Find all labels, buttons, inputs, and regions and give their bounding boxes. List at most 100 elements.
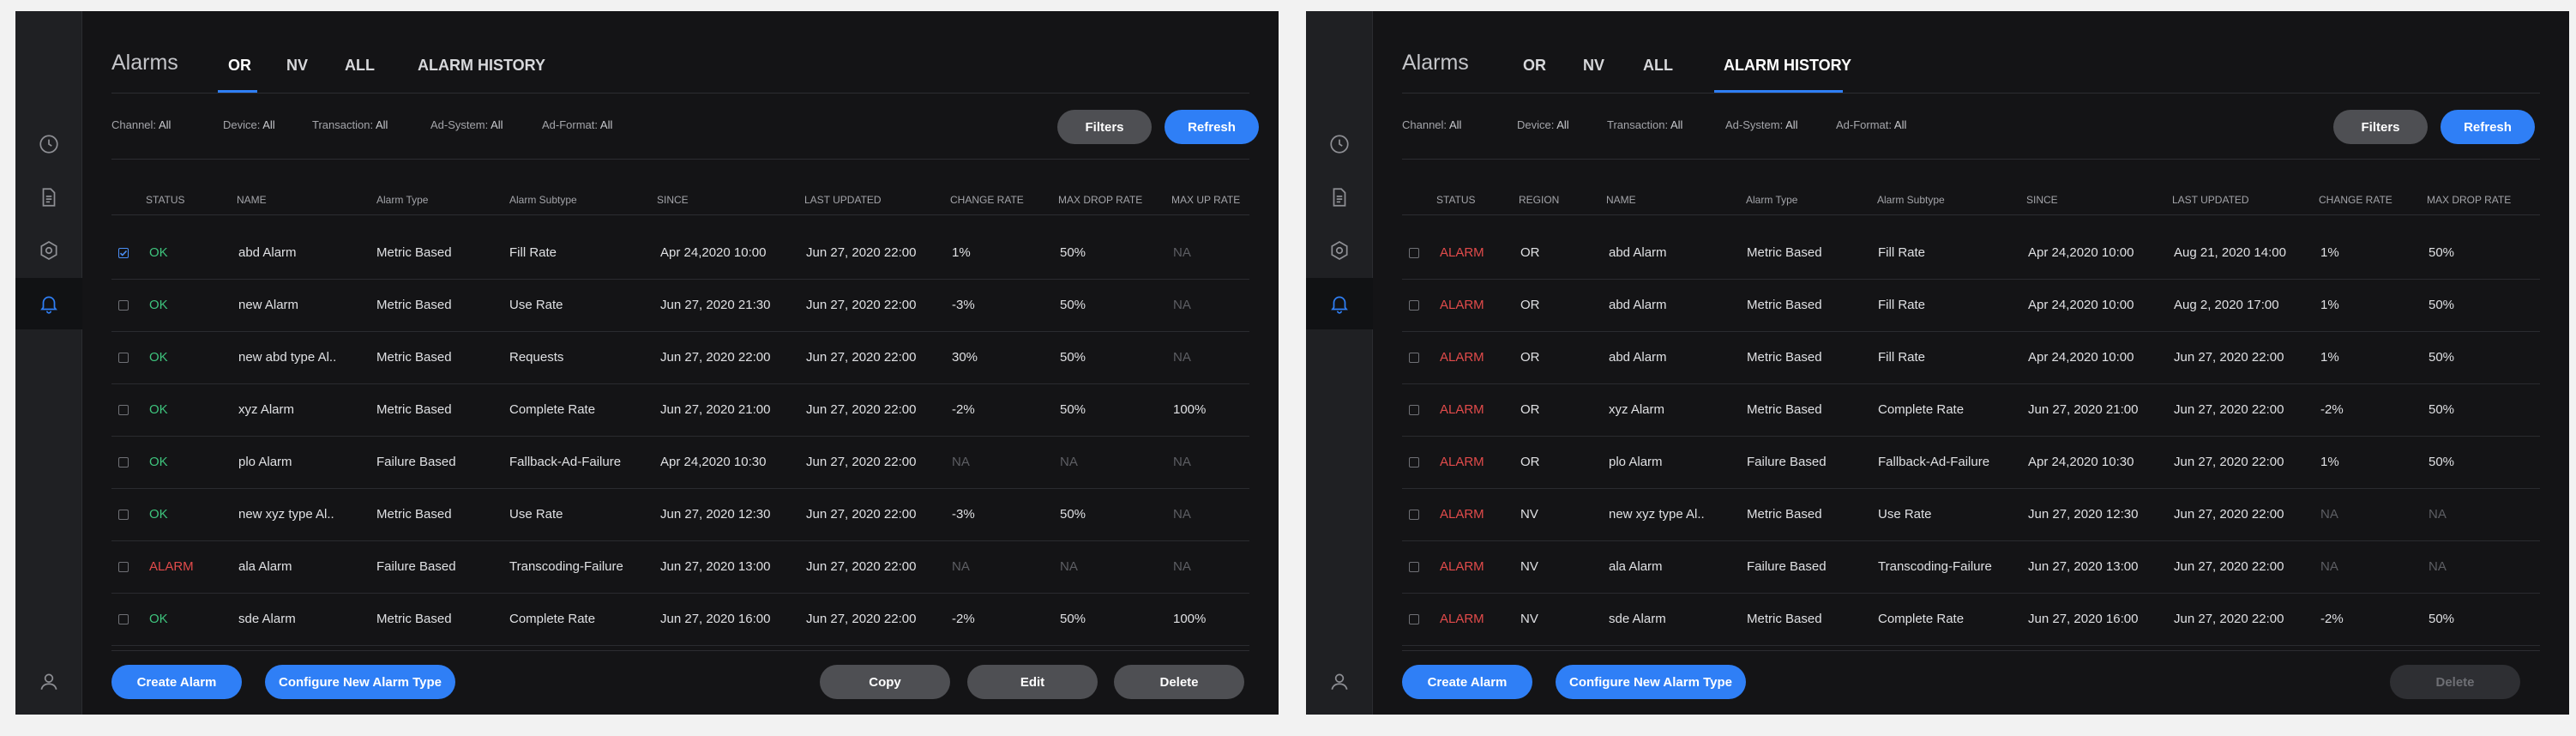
row-status: ALARM: [1440, 402, 1484, 417]
row-checkbox[interactable]: [1409, 248, 1419, 258]
row-name: abd Alarm: [1609, 245, 1667, 260]
tab-alarm-history[interactable]: ALARM HISTORY: [418, 57, 545, 75]
clock-icon: [1330, 135, 1349, 154]
row-checkbox[interactable]: [1409, 300, 1419, 311]
row-max-up-rate: NA: [1173, 350, 1191, 365]
col-header-status: STATUS: [1436, 194, 1476, 206]
row-checkbox[interactable]: [1409, 457, 1419, 468]
row-alarm-subtype: Fill Rate: [509, 245, 557, 260]
refresh-button[interactable]: Refresh: [1165, 110, 1259, 144]
bell-icon: [40, 296, 57, 314]
row-checkbox[interactable]: [118, 562, 129, 572]
row-name: ala Alarm: [238, 559, 292, 574]
row-alarm-type: Metric Based: [1747, 298, 1822, 312]
row-last-updated: Jun 27, 2020 22:00: [806, 245, 917, 260]
refresh-button[interactable]: Refresh: [2441, 110, 2535, 144]
row-checkbox[interactable]: [1409, 353, 1419, 363]
create-alarm-button[interactable]: Create Alarm: [1402, 665, 1532, 699]
reports-nav-button[interactable]: [15, 172, 82, 223]
channel-filter[interactable]: Channel: All: [1402, 118, 1461, 131]
delete-button[interactable]: Delete: [1114, 665, 1244, 699]
ad-system-filter[interactable]: Ad-System: All: [430, 118, 503, 131]
document-icon: [1333, 188, 1346, 207]
row-checkbox[interactable]: [118, 510, 129, 520]
alarms-nav-button[interactable]: [15, 278, 82, 329]
configure-alarm-type-button[interactable]: Configure New Alarm Type: [1556, 665, 1746, 699]
row-divider: [111, 540, 1249, 541]
copy-button[interactable]: Copy: [820, 665, 950, 699]
row-last-updated: Jun 27, 2020 22:00: [806, 298, 917, 312]
col-header-since: SINCE: [2026, 194, 2058, 206]
col-header-name: NAME: [1606, 194, 1636, 206]
settings-nav-button[interactable]: [15, 225, 82, 276]
profile-nav-button[interactable]: [1306, 655, 1373, 707]
row-max-drop-rate: NA: [1060, 455, 1078, 469]
row-name: abd Alarm: [238, 245, 297, 260]
row-alarm-subtype: Use Rate: [509, 507, 563, 522]
history-nav-button[interactable]: [1306, 118, 1373, 170]
row-alarm-type: Metric Based: [376, 612, 452, 626]
filters-button[interactable]: Filters: [2333, 110, 2428, 144]
row-checkbox[interactable]: [1409, 614, 1419, 624]
header-divider: [1402, 93, 2540, 94]
device-filter[interactable]: Device: All: [223, 118, 275, 131]
transaction-filter[interactable]: Transaction: All: [312, 118, 388, 131]
row-max-up-rate: NA: [1173, 298, 1191, 312]
tab-alarm-history[interactable]: ALARM HISTORY: [1724, 57, 1851, 75]
row-alarm-subtype: Fallback-Ad-Failure: [509, 455, 622, 469]
create-alarm-button[interactable]: Create Alarm: [111, 665, 242, 699]
row-alarm-subtype: Complete Rate: [1878, 402, 1965, 417]
tab-nv[interactable]: NV: [286, 57, 308, 75]
row-last-updated: Aug 21, 2020 14:00: [2174, 245, 2286, 260]
filters-button[interactable]: Filters: [1057, 110, 1152, 144]
device-filter[interactable]: Device: All: [1517, 118, 1569, 131]
tab-or[interactable]: OR: [1523, 57, 1546, 75]
profile-nav-button[interactable]: [15, 655, 82, 707]
history-nav-button[interactable]: [15, 118, 82, 170]
main-content: Alarms OR NV ALL ALARM HISTORY Channel: …: [82, 11, 1279, 715]
row-max-up-rate: 100%: [1173, 612, 1207, 626]
row-change-rate: -3%: [952, 298, 975, 312]
row-last-updated: Jun 27, 2020 22:00: [806, 350, 917, 365]
row-name: abd Alarm: [1609, 298, 1667, 312]
tab-all[interactable]: ALL: [345, 57, 375, 75]
alarms-nav-button[interactable]: [1306, 278, 1373, 329]
tab-or[interactable]: OR: [228, 57, 251, 75]
row-checkbox[interactable]: [1409, 405, 1419, 415]
row-max-up-rate: NA: [1173, 559, 1191, 574]
transaction-filter[interactable]: Transaction: All: [1607, 118, 1682, 131]
reports-nav-button[interactable]: [1306, 172, 1373, 223]
row-since: Apr 24,2020 10:00: [660, 245, 767, 260]
row-last-updated: Aug 2, 2020 17:00: [2174, 298, 2279, 312]
settings-nav-button[interactable]: [1306, 225, 1373, 276]
alarms-screen-current: Alarms OR NV ALL ALARM HISTORY Channel: …: [15, 11, 1279, 715]
tab-nv[interactable]: NV: [1583, 57, 1604, 75]
row-checkbox[interactable]: [118, 248, 129, 258]
edit-button[interactable]: Edit: [967, 665, 1098, 699]
document-icon: [42, 188, 56, 207]
row-checkbox[interactable]: [118, 353, 129, 363]
row-region: NV: [1520, 612, 1538, 626]
ad-system-filter[interactable]: Ad-System: All: [1725, 118, 1798, 131]
row-alarm-subtype: Fill Rate: [1878, 350, 1926, 365]
ad-format-filter[interactable]: Ad-Format: All: [542, 118, 612, 131]
tab-all[interactable]: ALL: [1643, 57, 1673, 75]
ad-format-filter[interactable]: Ad-Format: All: [1836, 118, 1906, 131]
row-checkbox[interactable]: [1409, 562, 1419, 572]
row-max-drop-rate: 50%: [1060, 612, 1086, 626]
channel-filter[interactable]: Channel: All: [111, 118, 171, 131]
row-max-drop-rate: 50%: [2429, 455, 2455, 469]
row-checkbox[interactable]: [118, 614, 129, 624]
row-checkbox[interactable]: [118, 300, 129, 311]
row-change-rate: 1%: [952, 245, 971, 260]
configure-alarm-type-button[interactable]: Configure New Alarm Type: [265, 665, 455, 699]
row-checkbox[interactable]: [118, 457, 129, 468]
row-checkbox[interactable]: [1409, 510, 1419, 520]
row-checkbox[interactable]: [118, 405, 129, 415]
col-header-alarm-type: Alarm Type: [1746, 194, 1798, 206]
row-alarm-type: Metric Based: [376, 507, 452, 522]
row-alarm-type: Metric Based: [1747, 612, 1822, 626]
page-title: Alarms: [111, 51, 178, 75]
delete-button[interactable]: Delete: [2390, 665, 2520, 699]
row-max-drop-rate: 50%: [1060, 402, 1086, 417]
